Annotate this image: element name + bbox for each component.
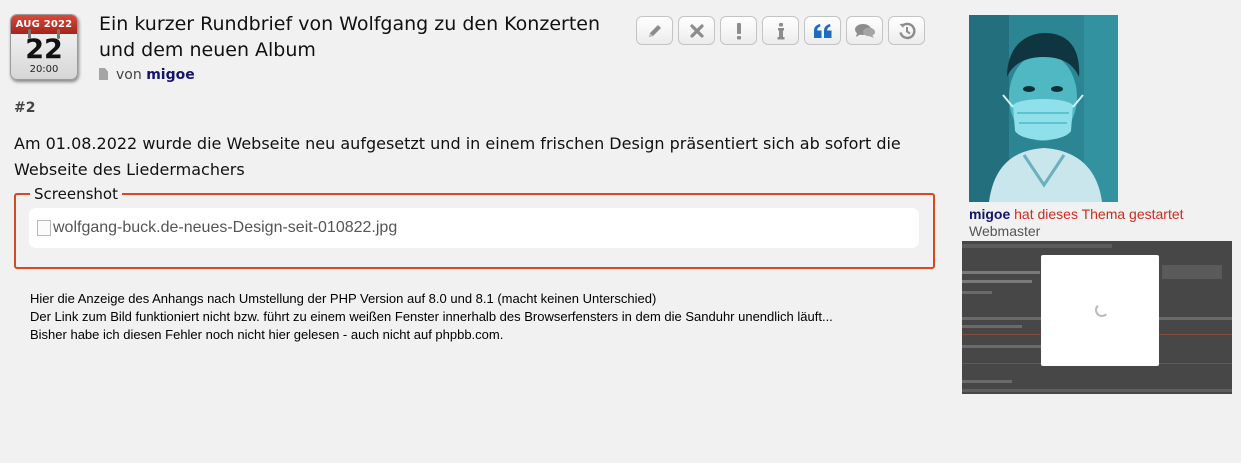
avatar-portrait	[969, 15, 1118, 202]
topic-starter-line: migoe hat dieses Thema gestartet	[969, 206, 1184, 222]
report-button[interactable]	[720, 16, 757, 45]
attachment-alt-text: wolfgang-buck.de-neues-Design-seit-01082…	[53, 219, 398, 236]
history-button[interactable]	[888, 16, 925, 45]
note-text: Hier die Anzeige des Anhangs nach Umstel…	[30, 290, 833, 344]
calendar-time: 20:00	[29, 64, 59, 75]
attachment-image[interactable]: wolfgang-buck.de-neues-Design-seit-01082…	[29, 208, 919, 248]
history-icon	[898, 22, 915, 39]
by-label: von	[116, 67, 142, 83]
note-line: Der Link zum Bild funktioniert nicht bzw…	[30, 309, 833, 324]
note-line: Bisher habe ich diesen Fehler noch nicht…	[30, 327, 504, 342]
delete-button[interactable]	[678, 16, 715, 45]
post-container: AUG 2022 22 20:00 Ein kurzer Rundbrief v…	[0, 0, 955, 463]
close-icon	[689, 23, 704, 38]
comments-icon	[854, 23, 875, 38]
exclamation-icon	[736, 22, 741, 39]
spinner-icon	[1095, 303, 1109, 317]
info-button[interactable]	[762, 16, 799, 45]
post-title: Ein kurzer Rundbrief von Wolfgang zu den…	[99, 13, 600, 61]
avatar	[969, 15, 1118, 202]
info-icon	[777, 22, 784, 39]
loading-modal	[1041, 255, 1159, 366]
post-byline: von migoe	[99, 67, 195, 83]
attachment-legend: Screenshot	[30, 183, 122, 205]
sidebar-username[interactable]: migoe	[969, 206, 1010, 222]
edit-button[interactable]	[636, 16, 673, 45]
post-body-text: Am 01.08.2022 wurde die Webseite neu auf…	[14, 134, 901, 179]
note-line: Hier die Anzeige des Anhangs nach Umstel…	[30, 291, 657, 306]
quote-icon	[813, 23, 831, 38]
date-calendar-badge: AUG 2022 22 20:00	[10, 14, 78, 80]
post-toolbar	[636, 16, 925, 45]
user-role: Webmaster	[969, 223, 1041, 239]
topic-started-label: hat dieses Thema gestartet	[1014, 206, 1184, 222]
document-icon	[99, 68, 108, 80]
quote-button[interactable]	[804, 16, 841, 45]
author-link[interactable]: migoe	[146, 67, 195, 83]
pencil-icon	[648, 24, 661, 37]
post-number: #2	[14, 100, 36, 116]
reply-button[interactable]	[846, 16, 883, 45]
attachment-box: Screenshot wolfgang-buck.de-neues-Design…	[14, 183, 935, 269]
screenshot-preview-image	[962, 241, 1232, 394]
calendar-rings	[11, 29, 77, 39]
broken-image-icon	[37, 220, 51, 236]
calendar-day: 22	[25, 34, 63, 65]
